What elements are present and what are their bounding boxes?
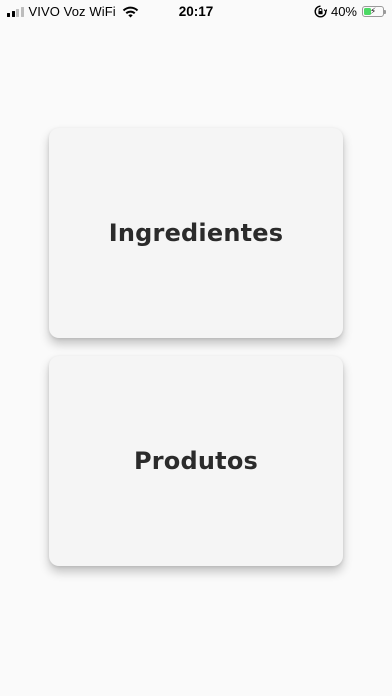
status-right: 40% ⚡ (314, 4, 386, 19)
ingredientes-card[interactable]: Ingredientes (49, 128, 343, 338)
rotation-lock-icon (314, 5, 327, 18)
ingredientes-label: Ingredientes (108, 219, 284, 247)
status-bar: VIVO Voz WiFi 20:17 40% ⚡ (0, 0, 392, 24)
battery-icon: ⚡ (362, 6, 386, 17)
charging-bolt-icon: ⚡ (369, 6, 377, 16)
battery-percent: 40% (330, 4, 357, 19)
produtos-label: Produtos (133, 447, 259, 475)
produtos-card[interactable]: Produtos (49, 356, 343, 566)
